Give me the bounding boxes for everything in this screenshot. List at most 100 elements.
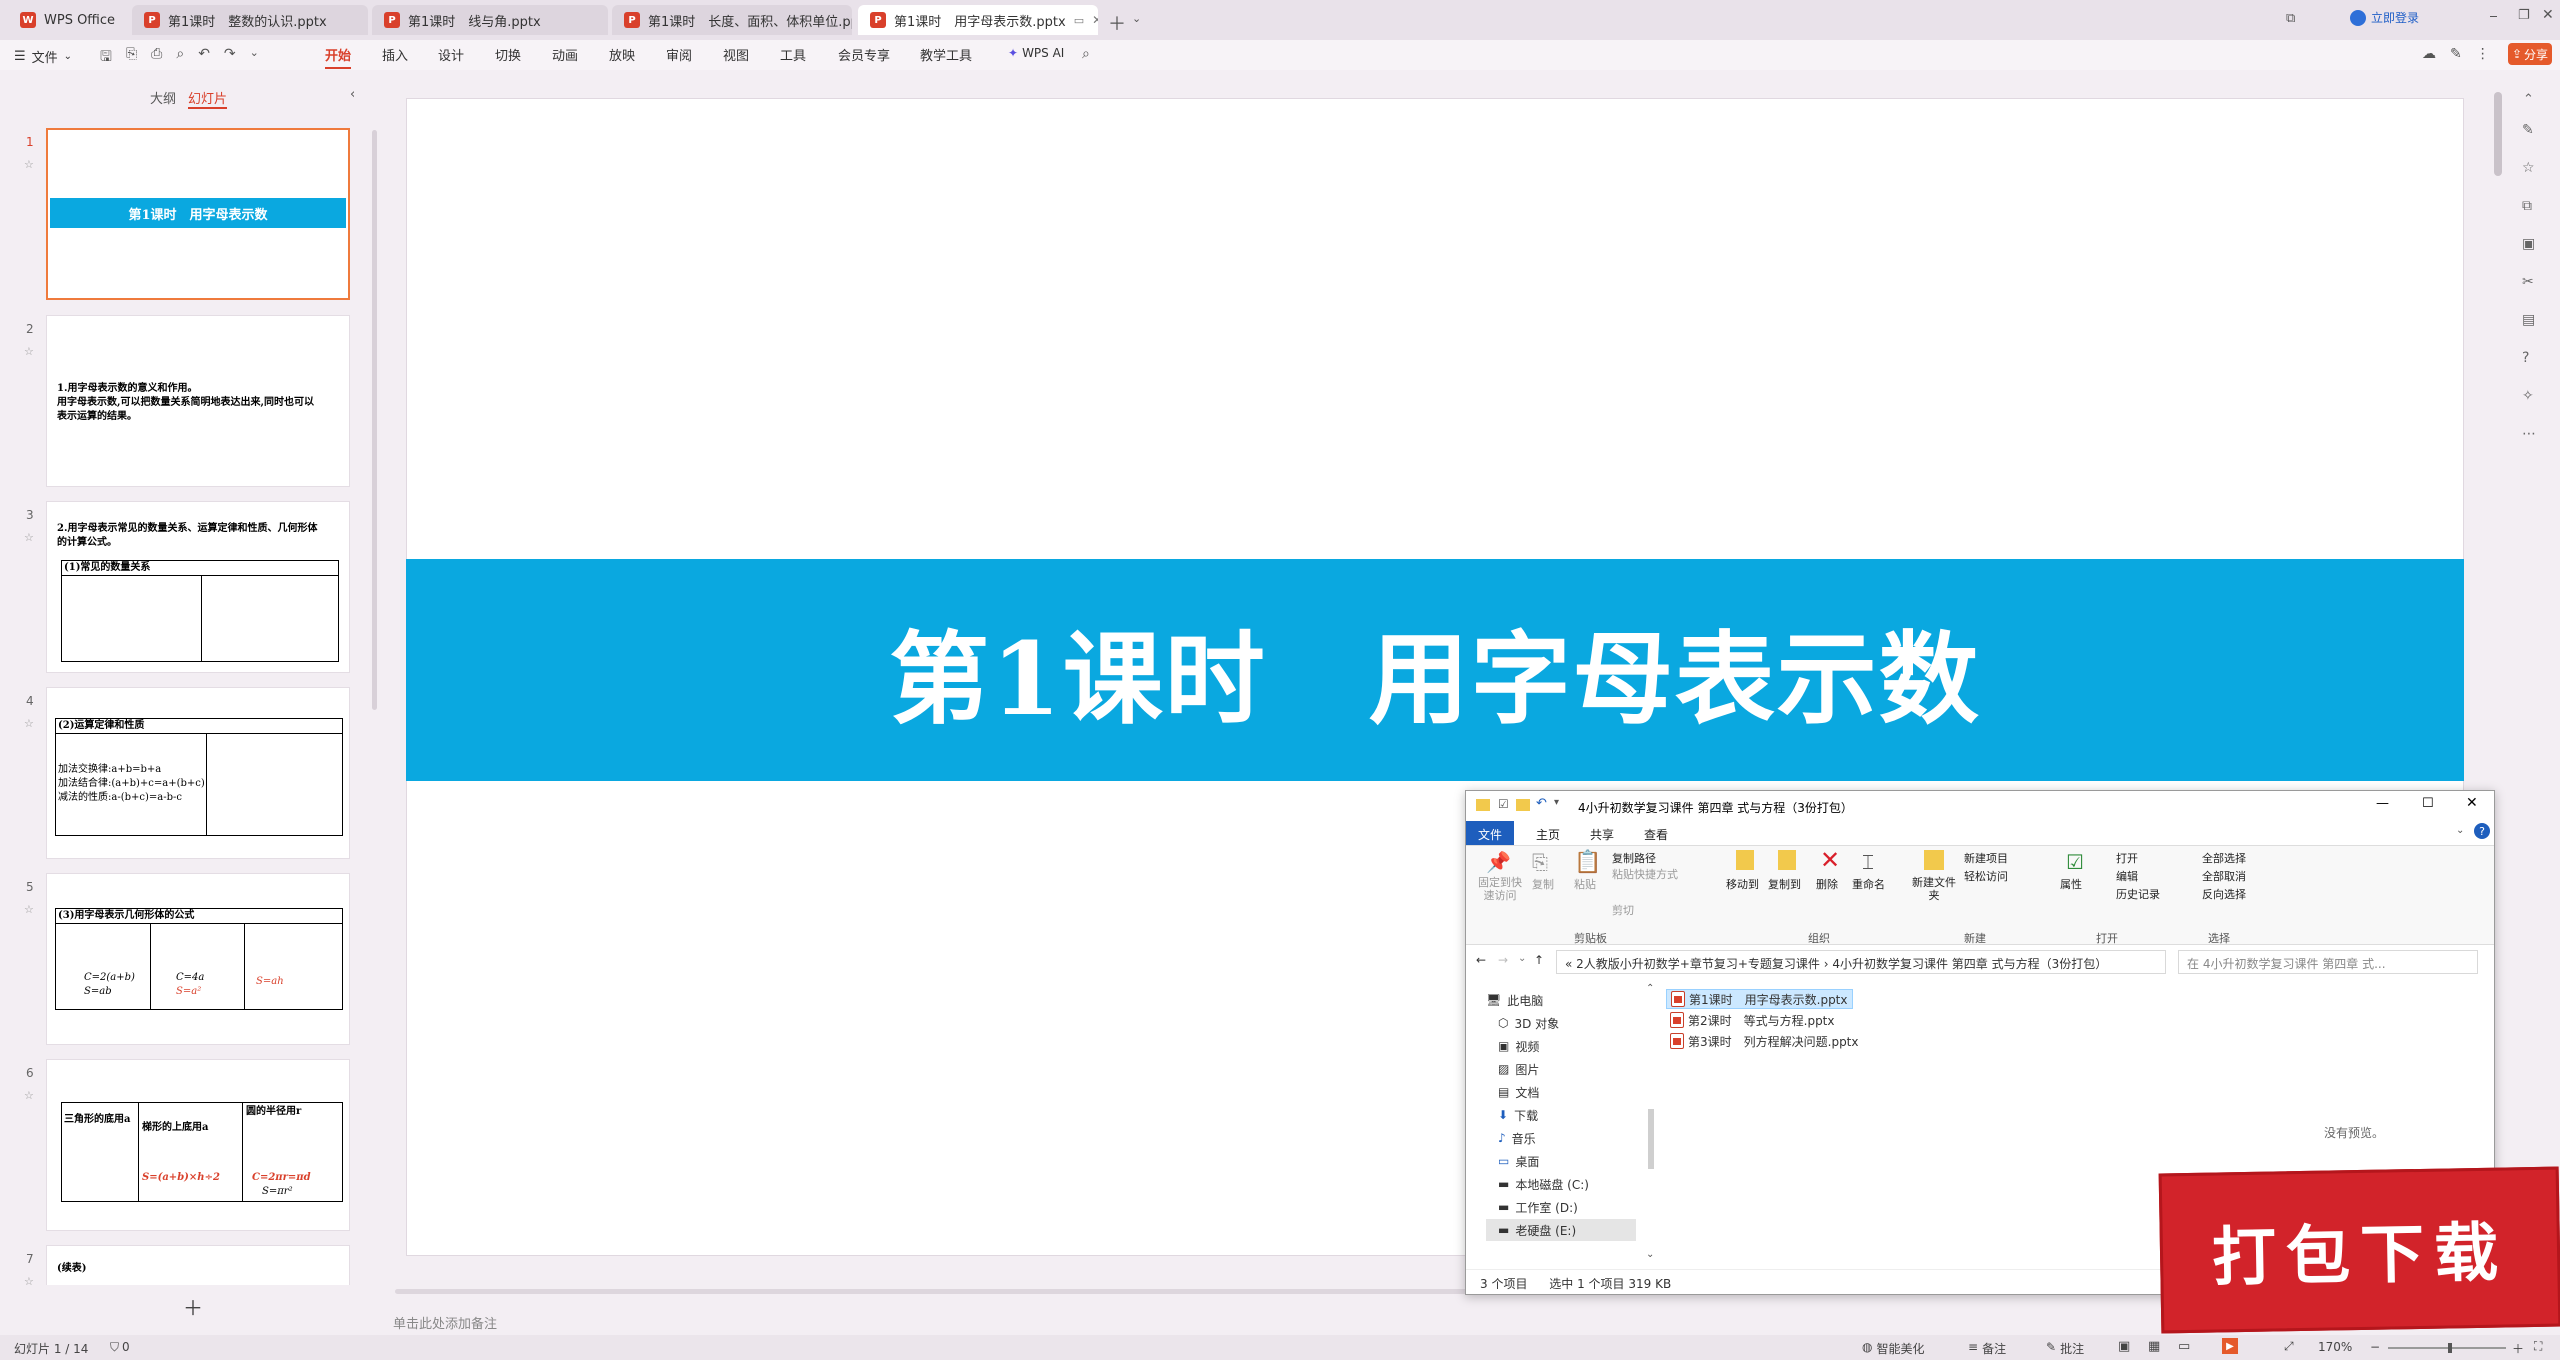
redo-icon[interactable]: ↷ [224,46,236,70]
zoom-thumb[interactable] [2448,1343,2452,1353]
star-icon[interactable]: ☆ [24,1275,34,1288]
easy-access-button[interactable]: 轻松访问 [1964,868,2008,884]
file-item[interactable]: 第1课时 用字母表示数.pptx [1666,989,1853,1009]
nav-scrollbar[interactable]: ⌃ ⌄ [1646,983,1656,1264]
expand-icon[interactable]: ⌃ [2523,92,2534,107]
nav-videos[interactable]: ▣ 视频 [1498,1035,1539,1057]
gallery-icon[interactable]: ▣ [2522,236,2535,252]
nav-pictures[interactable]: ▨ 图片 [1498,1058,1539,1080]
nav-this-pc[interactable]: 🖥 此电脑 [1486,989,1543,1011]
zoom-out-icon[interactable]: − [2370,1340,2380,1354]
file-item[interactable]: 第3课时 列方程解决问题.pptx [1666,1031,1863,1051]
paste-button[interactable]: 粘贴 [1574,876,1596,892]
star-icon[interactable]: ☆ [24,345,34,358]
more-icon[interactable]: ⋮ [2476,46,2490,62]
minimize-icon[interactable]: ⎯ [2490,8,2497,24]
back-icon[interactable]: ← [1476,953,1486,967]
print-icon[interactable]: ⎙ [151,46,162,70]
select-none-button[interactable]: 全部取消 [2202,868,2246,884]
open-button[interactable]: 打开 [2116,850,2138,866]
fullscreen-icon[interactable]: ⛶ [2534,1339,2542,1354]
wps-ai-button[interactable]: ✦ WPS AI [1008,46,1064,60]
tab-document[interactable]: P 第1课时 长度、面积、体积单位.pptx [612,5,852,35]
forward-icon[interactable]: → [1498,953,1508,967]
zoom-level[interactable]: 170% [2318,1340,2352,1354]
slide-title[interactable]: 第1课时 用字母表示数 [406,559,2464,781]
tab-wps-office[interactable]: W WPS Office [8,5,128,35]
share-button[interactable]: ⇪ 分享 [2508,43,2552,65]
nav-drive-c[interactable]: ▬ 本地磁盘 (C:) [1498,1173,1589,1195]
panel-scrollbar[interactable] [372,130,377,710]
slide-thumbnail-6[interactable]: 三角形的底用a 梯形的上底用a 圆的半径用r S=(a+b)×h÷2 C=2πr… [46,1059,350,1231]
tab-document[interactable]: P 第1课时 整数的认识.pptx [132,5,368,35]
scroll-thumb[interactable] [1648,1109,1654,1169]
collapse-panel-icon[interactable]: ‹ [350,87,355,102]
more-icon[interactable]: ⋯ [2522,426,2536,442]
chevron-down-icon[interactable]: ⌄ [1518,953,1526,964]
comment-icon[interactable]: ✎ [2450,46,2462,62]
cloud-icon[interactable]: ☁ [2422,46,2436,62]
chevron-down-icon[interactable]: ⌄ [1646,1249,1654,1260]
move-to-button[interactable]: 移动到 [1726,876,1759,892]
new-tab-icon[interactable]: ＋ [1108,10,1126,36]
menu-home[interactable]: 开始 [325,45,352,69]
tab-home[interactable]: 主页 [1524,824,1572,845]
nav-downloads[interactable]: ⬇ 下载 [1498,1104,1538,1126]
nav-drive-e[interactable]: ▬ 老硬盘 (E:) [1486,1219,1636,1241]
undo-icon[interactable]: ↶ [198,46,210,70]
add-slide-icon[interactable]: ＋ [183,1292,203,1321]
normal-view-icon[interactable]: ▣ [2118,1339,2130,1354]
new-folder-button[interactable]: 新建文件夹 [1912,876,1956,902]
menu-transition[interactable]: 切换 [495,45,521,64]
copy-path-button[interactable]: 复制路径 [1612,850,1656,866]
delete-button[interactable]: 删除 [1816,876,1838,892]
menu-tools[interactable]: 工具 [780,45,806,64]
edit-button[interactable]: 编辑 [2116,868,2138,884]
document-icon[interactable]: ▤ [2522,312,2535,328]
menu-teaching-tools[interactable]: 教学工具 [920,45,972,64]
menu-review[interactable]: 审阅 [666,45,692,64]
nav-3d-objects[interactable]: ⬡ 3D 对象 [1498,1012,1559,1034]
maximize-icon[interactable]: ❐ [2518,8,2530,23]
up-icon[interactable]: ↑ [1534,953,1544,967]
maximize-icon[interactable]: ☐ [2422,796,2434,811]
beautify-button[interactable]: ◍ 智能美化 [1862,1340,1925,1357]
search-box[interactable]: 在 4小升初数学复习课件 第四章 式... [2178,950,2478,974]
history-button[interactable]: 历史记录 [2116,886,2160,902]
new-item-button[interactable]: 新建项目 [1964,850,2008,866]
address-bar[interactable]: « 2人教版小升初数学+章节复习+专题复习课件 › 4小升初数学复习课件 第四章… [1556,950,2166,974]
minimize-icon[interactable]: — [2376,796,2389,811]
nav-music[interactable]: ♪ 音乐 [1498,1127,1536,1149]
new-folder-icon[interactable] [1516,799,1530,811]
export-icon[interactable]: ⎘ [126,46,137,70]
tab-slides[interactable]: 幻灯片 [188,88,228,109]
file-menu-button[interactable]: ☰ 文件 ⌄ [14,47,72,66]
zoom-in-icon[interactable]: ＋ [2512,1340,2524,1357]
close-icon[interactable]: ✕ [1092,13,1098,27]
search-icon[interactable]: ⌕ [1082,46,1090,62]
copy-to-button[interactable]: 复制到 [1768,876,1801,892]
chevron-down-icon[interactable]: ⌄ [1132,12,1141,25]
menu-animation[interactable]: 动画 [552,45,578,64]
star-icon[interactable]: ☆ [24,158,34,171]
play-icon[interactable]: ▶ [2222,1338,2238,1354]
star-icon[interactable]: ☆ [24,531,34,544]
menu-view[interactable]: 视图 [723,45,749,64]
chevron-down-icon[interactable]: ⌄ [250,46,259,70]
menu-slideshow[interactable]: 放映 [609,45,635,64]
error-check[interactable]: ⛉ 0 [110,1340,130,1355]
save-icon[interactable]: 🖫 [100,46,112,70]
comments-toggle[interactable]: ✎ 批注 [2046,1340,2084,1357]
close-icon[interactable]: ✕ [2466,795,2478,811]
nav-drive-d[interactable]: ▬ 工作室 (D:) [1498,1196,1578,1218]
chevron-down-icon[interactable]: ▾ [1554,797,1559,808]
star-icon[interactable]: ☆ [2522,160,2535,176]
close-window-icon[interactable]: ✕ [2542,7,2554,23]
menu-design[interactable]: 设计 [438,45,464,64]
slide-thumbnail-3[interactable]: 2.用字母表示常见的数量关系、运算定律和性质、几何形体 的计算公式。 (1)常见… [46,501,350,673]
ai-assistant-icon[interactable]: ✧ [2522,388,2534,404]
tab-document[interactable]: P 第1课时 线与角.pptx [372,5,608,35]
tools-icon[interactable]: ✂ [2522,274,2534,290]
slide-thumbnail-7[interactable]: (续表) [46,1245,350,1285]
nav-desktop[interactable]: ▭ 桌面 [1498,1150,1539,1172]
